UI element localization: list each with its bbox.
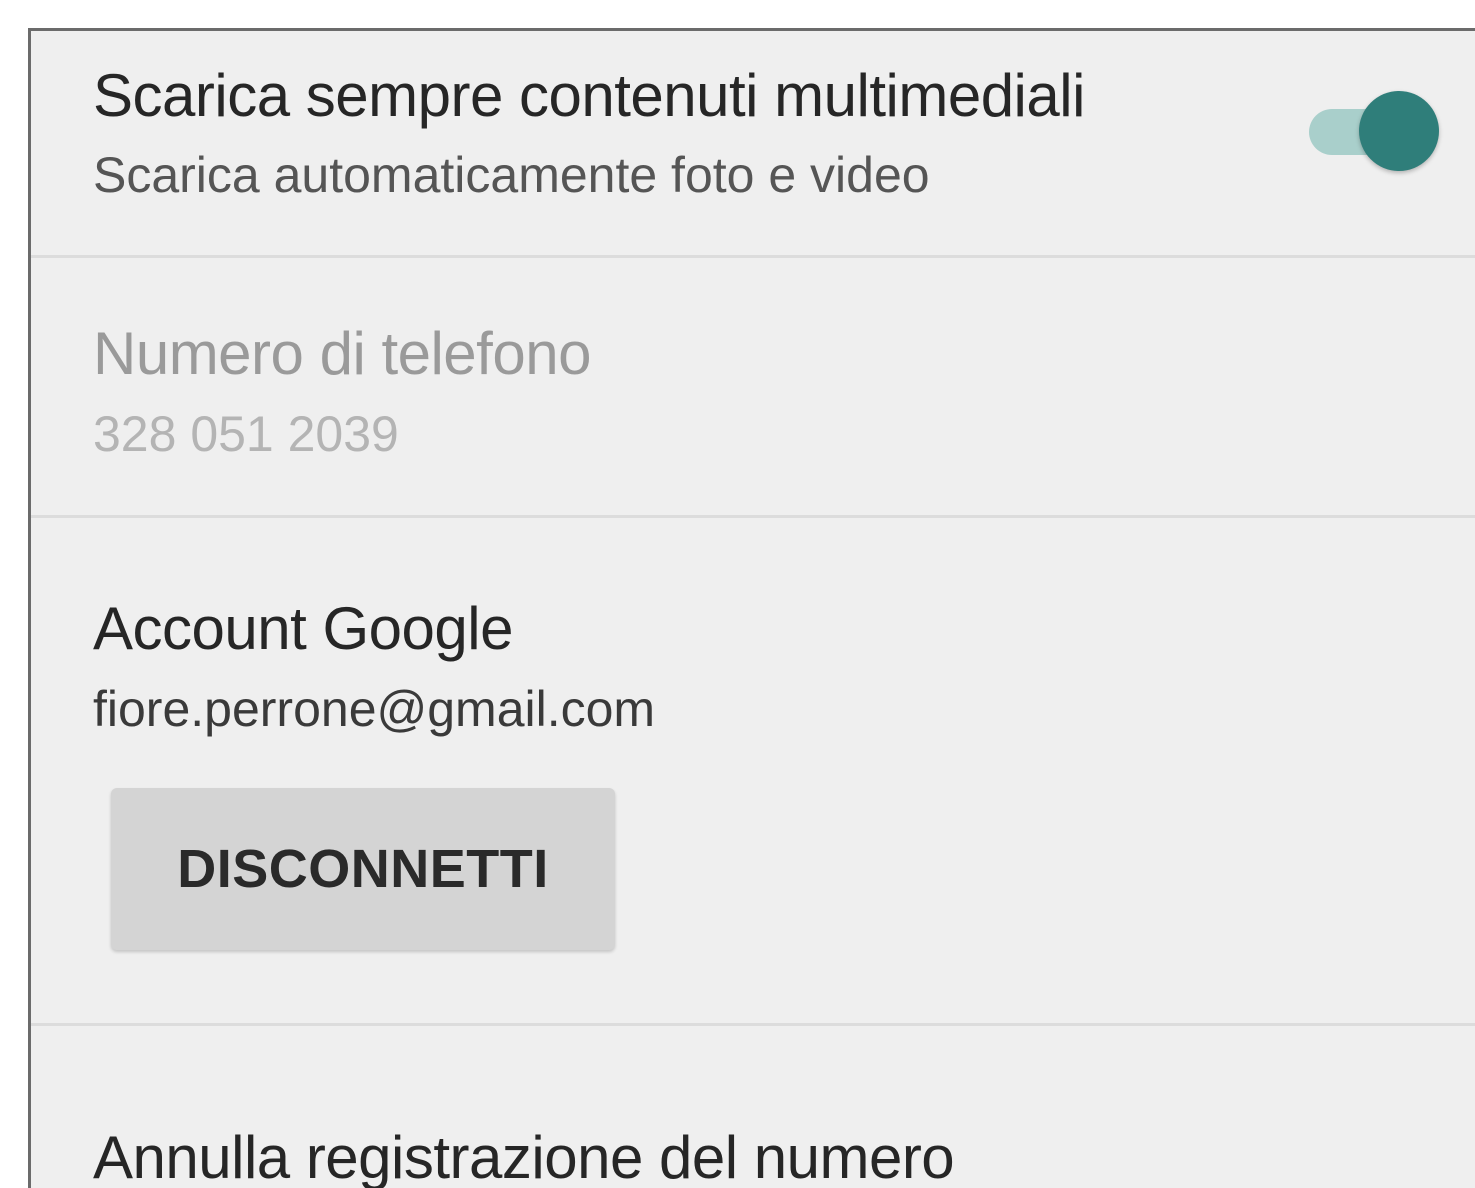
auto-download-media-toggle[interactable] bbox=[1309, 91, 1445, 171]
google-account-title: Account Google bbox=[93, 595, 513, 662]
auto-download-media-subtitle: Scarica automaticamente foto e video bbox=[93, 147, 930, 203]
divider bbox=[31, 255, 1475, 258]
phone-number-title: Numero di telefono bbox=[93, 320, 591, 387]
settings-panel: Scarica sempre contenuti multimediali Sc… bbox=[28, 28, 1475, 1188]
toggle-thumb bbox=[1359, 91, 1439, 171]
google-account-email: fiore.perrone@gmail.com bbox=[93, 681, 656, 737]
divider bbox=[31, 1023, 1475, 1026]
phone-number-value: 328 051 2039 bbox=[93, 406, 399, 462]
auto-download-media-title: Scarica sempre contenuti multimediali bbox=[93, 62, 1085, 129]
unregister-number-title: Annulla registrazione del numero bbox=[93, 1124, 955, 1188]
divider bbox=[31, 515, 1475, 518]
disconnect-button[interactable]: DISCONNETTI bbox=[111, 788, 615, 950]
